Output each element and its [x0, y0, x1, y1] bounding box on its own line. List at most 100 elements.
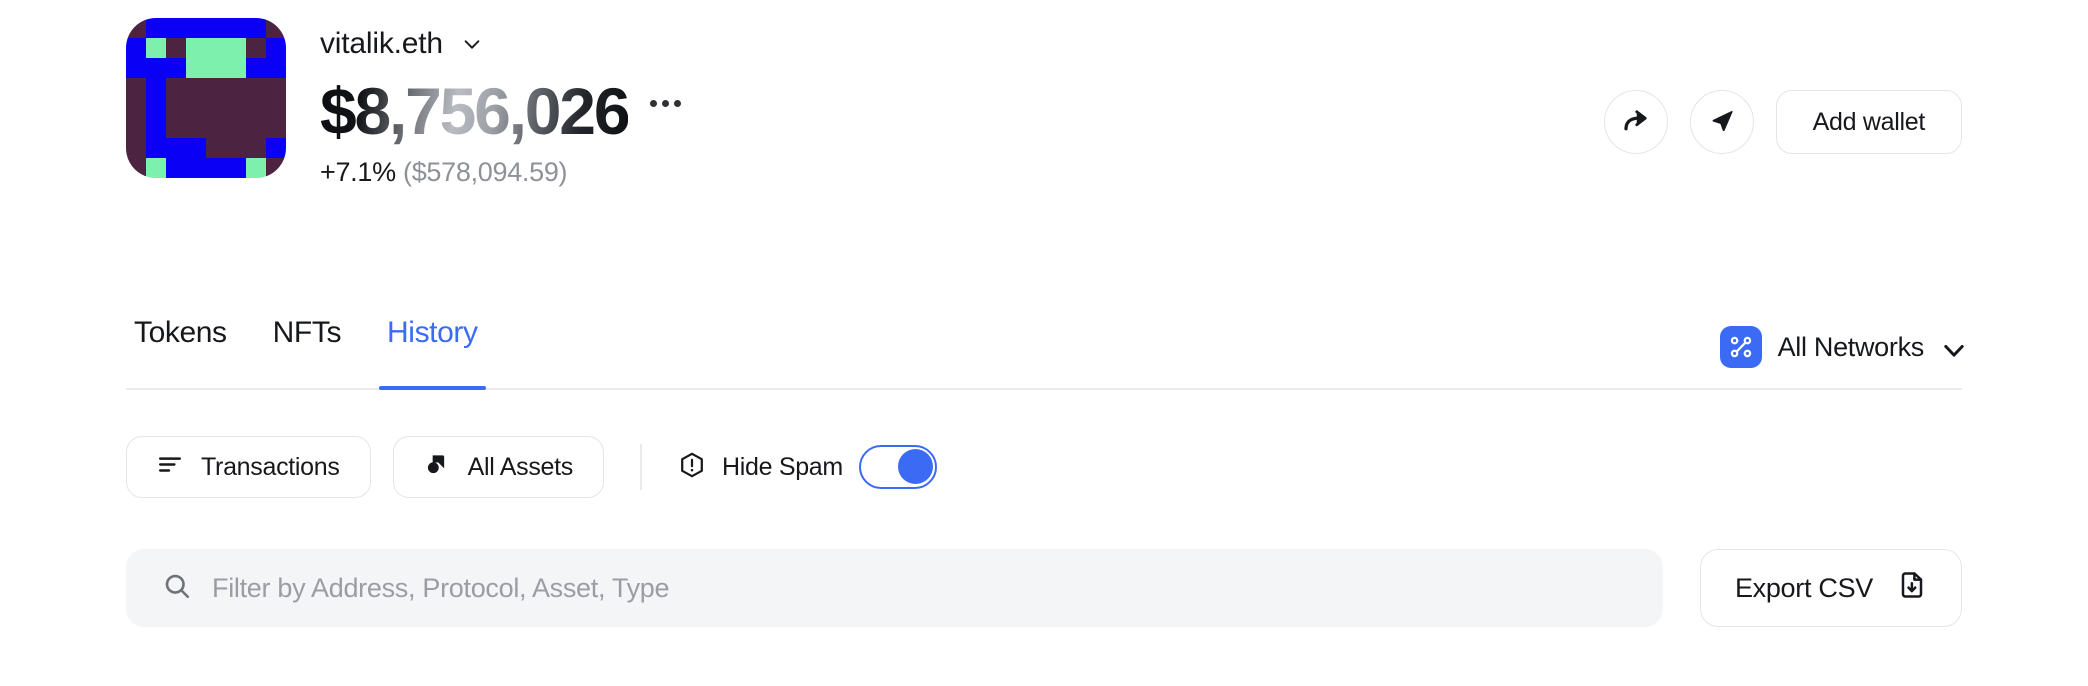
avatar-pixel: [126, 118, 146, 138]
tabs-list: Tokens NFTs History: [126, 314, 1962, 390]
avatar-pixel: [246, 58, 266, 78]
avatar-pixel: [166, 138, 186, 158]
tab-history[interactable]: History: [379, 314, 486, 390]
avatar-pixel: [226, 118, 246, 138]
tab-nfts[interactable]: NFTs: [265, 314, 349, 390]
avatar-pixel: [146, 18, 166, 38]
avatar-pixel: [226, 58, 246, 78]
avatar-pixel: [266, 98, 286, 118]
avatar-pixel: [266, 18, 286, 38]
network-selector[interactable]: All Networks: [1719, 326, 1964, 368]
avatar-pixel: [206, 18, 226, 38]
avatar-pixel: [186, 38, 206, 58]
export-csv-label: Export CSV: [1734, 572, 1873, 603]
toggle-knob: [897, 449, 933, 484]
hide-spam-label: Hide Spam: [721, 452, 843, 481]
tab-tokens[interactable]: Tokens: [126, 314, 235, 390]
avatar-pixel: [206, 158, 226, 178]
wallet-portfolio-page: vitalik.eth $8,756,026 +7.1% ($578,094.5…: [0, 0, 2088, 686]
search-row: Export CSV: [126, 548, 1962, 628]
alert-hexagon-icon: [678, 451, 706, 484]
avatar-pixel: [226, 158, 246, 178]
avatar-pixel: [226, 138, 246, 158]
filter-row: Transactions All Assets Hide Spam: [126, 434, 937, 500]
avatar-pixel: [246, 138, 266, 158]
avatar-pixel: [246, 78, 266, 98]
chevron-down-icon: [461, 33, 483, 55]
avatar-pixel: [146, 58, 166, 78]
avatar-pixel: [146, 118, 166, 138]
avatar-pixel: [226, 98, 246, 118]
avatar-pixel: [126, 138, 146, 158]
add-wallet-button[interactable]: Add wallet: [1775, 90, 1962, 154]
avatar-pixel: [206, 138, 226, 158]
avatar-pixel: [166, 98, 186, 118]
filter-divider: [639, 444, 642, 490]
avatar-pixel: [266, 38, 286, 58]
avatar-pixel: [186, 138, 206, 158]
chevron-down-icon: [1940, 336, 1964, 358]
network-nodes-icon: [1719, 326, 1762, 368]
avatar-pixel: [206, 38, 226, 58]
avatar-pixel: [246, 118, 266, 138]
lines-filter-icon: [157, 451, 183, 484]
more-options-icon[interactable]: [650, 99, 682, 123]
wallet-name-selector[interactable]: vitalik.eth: [320, 24, 681, 64]
transactions-filter-label: Transactions: [201, 452, 340, 481]
hide-spam-toggle[interactable]: [858, 445, 937, 489]
avatar-pixel: [186, 118, 206, 138]
avatar-pixel: [186, 98, 206, 118]
avatar-pixel: [226, 78, 246, 98]
share-arrow-icon: [1621, 105, 1651, 140]
avatar-pixel: [266, 78, 286, 98]
avatar: [126, 18, 286, 178]
hide-spam-control: Hide Spam: [678, 445, 937, 489]
all-assets-filter-button[interactable]: All Assets: [392, 436, 604, 498]
avatar-pixel: [206, 98, 226, 118]
portfolio-balance: $8,756,026: [320, 74, 631, 148]
avatar-pixel: [126, 98, 146, 118]
transactions-filter-button[interactable]: Transactions: [126, 436, 371, 498]
identity-text-block: vitalik.eth $8,756,026 +7.1% ($578,094.5…: [320, 18, 682, 188]
avatar-pixel: [266, 138, 286, 158]
portfolio-change: +7.1% ($578,094.59): [320, 156, 681, 188]
avatar-pixel: [166, 158, 186, 178]
avatar-pixel: [126, 38, 146, 58]
search-input[interactable]: [212, 572, 1627, 604]
export-csv-button[interactable]: Export CSV: [1699, 549, 1962, 627]
avatar-pixel: [266, 118, 286, 138]
avatar-pixel: [166, 18, 186, 38]
avatar-pixel: [186, 158, 206, 178]
avatar-pixel: [206, 78, 226, 98]
avatar-pixel: [146, 158, 166, 178]
avatar-pixel: [206, 58, 226, 78]
wallet-name-label: vitalik.eth: [320, 27, 443, 60]
avatar-pixel: [226, 18, 246, 38]
avatar-pixel: [146, 98, 166, 118]
change-percent: +7.1%: [320, 157, 396, 187]
search-box[interactable]: [126, 549, 1663, 627]
avatar-pixel: [166, 38, 186, 58]
avatar-pixel: [146, 38, 166, 58]
send-paper-plane-icon: [1708, 106, 1736, 139]
avatar-pixel: [266, 158, 286, 178]
avatar-pixel: [166, 118, 186, 138]
change-amount: ($578,094.59): [403, 157, 568, 187]
avatar-pixel: [186, 78, 206, 98]
send-button[interactable]: [1689, 90, 1754, 154]
avatar-pixel: [126, 58, 146, 78]
avatar-pixel: [266, 58, 286, 78]
avatar-pixel: [226, 38, 246, 58]
avatar-pixel: [126, 158, 146, 178]
wallet-header: vitalik.eth $8,756,026 +7.1% ($578,094.5…: [126, 18, 1962, 238]
avatar-pixel: [246, 98, 266, 118]
header-actions: Add wallet: [1603, 90, 1962, 154]
share-button[interactable]: [1603, 90, 1668, 154]
avatar-pixel: [186, 58, 206, 78]
assets-coin-icon: [424, 451, 450, 484]
avatar-pixel: [166, 78, 186, 98]
avatar-pixel: [206, 118, 226, 138]
avatar-pixel: [186, 18, 206, 38]
avatar-pixel: [126, 78, 146, 98]
avatar-pixel: [146, 138, 166, 158]
